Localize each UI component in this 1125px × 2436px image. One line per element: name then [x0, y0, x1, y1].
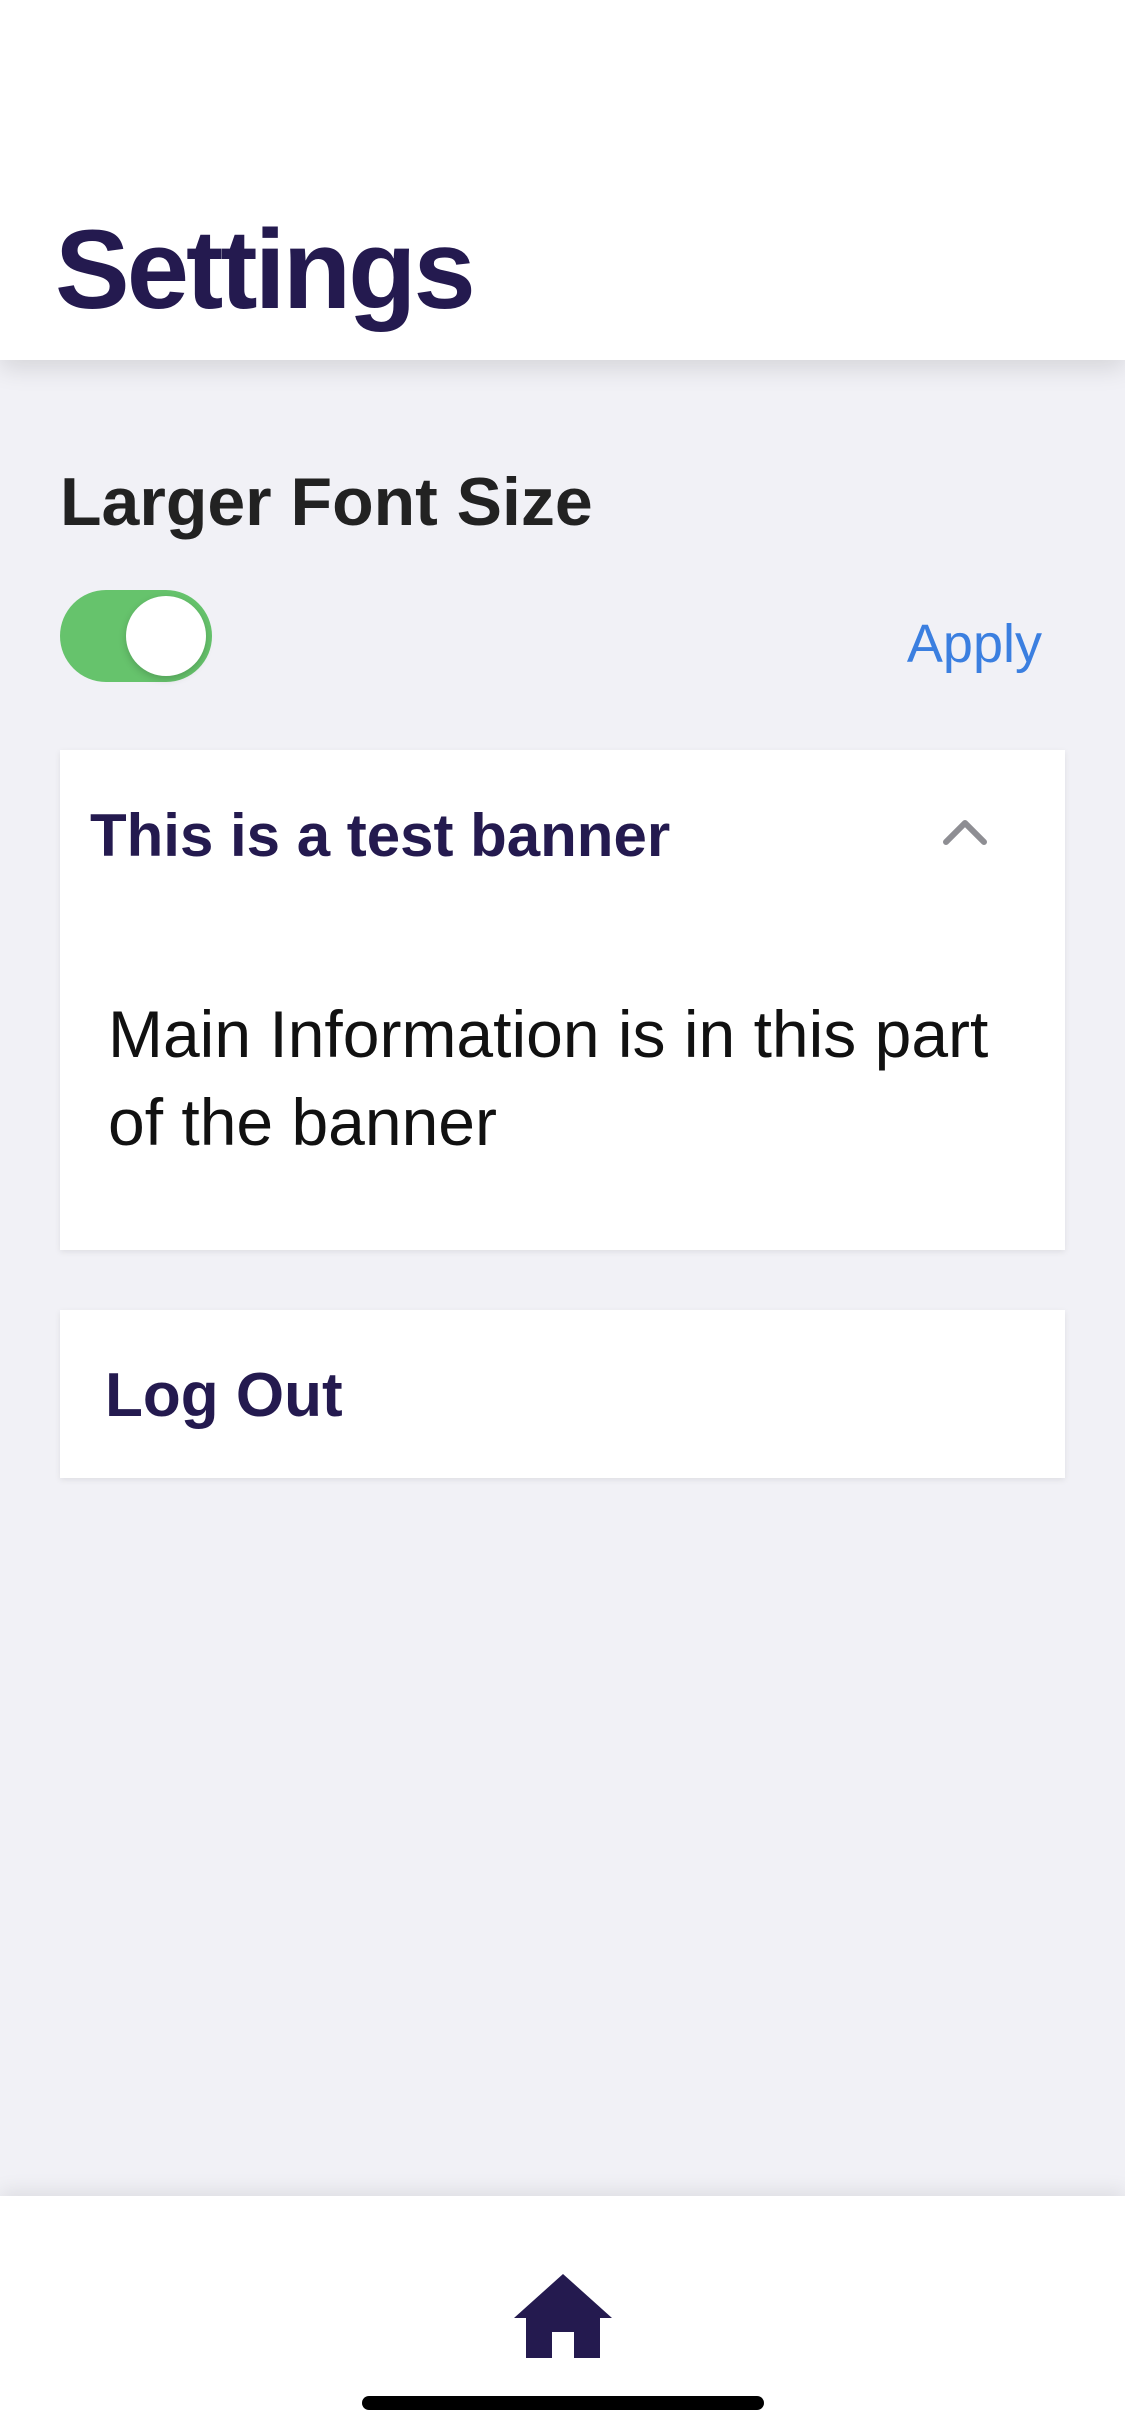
page-title: Settings	[55, 207, 476, 332]
log-out-button[interactable]: Log Out	[60, 1310, 1065, 1478]
apply-button[interactable]: Apply	[907, 612, 1042, 676]
toggle-knob	[126, 596, 206, 676]
chevron-up-icon[interactable]	[940, 808, 990, 858]
banner-title: This is a test banner	[90, 802, 671, 869]
tab-bar	[0, 2196, 1125, 2436]
larger-font-size-label: Larger Font Size	[60, 464, 593, 540]
log-out-label: Log Out	[105, 1361, 343, 1430]
banner-body-text: Main Information is in this part of the …	[108, 997, 989, 1159]
banner-header[interactable]: This is a test banner	[60, 750, 1065, 920]
banner-card: This is a test banner Main Information i…	[60, 750, 1065, 1250]
settings-content: Larger Font Size Apply This is a test ba…	[0, 360, 1125, 2196]
home-icon[interactable]	[508, 2266, 618, 2366]
larger-font-size-toggle[interactable]	[60, 590, 212, 682]
header: Settings	[0, 0, 1125, 360]
home-indicator	[362, 2396, 764, 2410]
